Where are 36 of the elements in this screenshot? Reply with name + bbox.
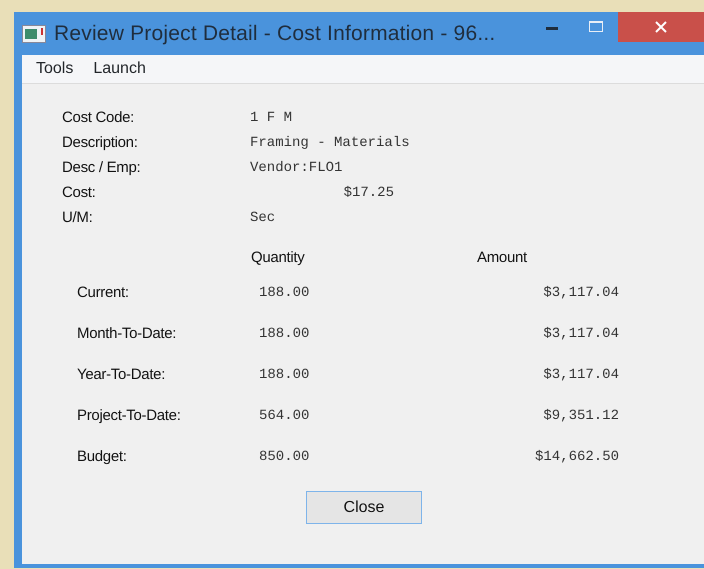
table-cell-text: 188.00 [259,325,310,344]
row-label: Current: [77,283,130,304]
window-title: Review Project Detail - Cost Information - 96... [54,20,496,47]
field-value: Vendor:FLO1 [250,159,342,178]
field-label: Description: [62,133,139,154]
menu-item[interactable]: Tools [36,57,74,81]
column-header: Amount [477,248,527,268]
close-icon [655,21,667,33]
table-cell-text: 850.00 [259,448,310,467]
table-cell-text: 188.00 [259,284,310,303]
close-button[interactable]: Close [306,491,422,524]
field-label: U/M: [62,208,94,228]
minimize-icon [546,27,558,31]
field-value: $17.25 [342,184,394,203]
table-cell-text: 188.00 [259,366,310,385]
maximize-icon [589,20,603,32]
table-cell-text: $3,117.04 [542,366,619,385]
field-value: 1 F M [250,109,292,128]
row-label: Year-To-Date: [77,365,166,386]
field-label: Desc / Emp: [62,158,142,178]
table-cell-text: $3,117.04 [542,284,619,303]
row-label: Project-To-Date: [77,406,182,426]
table-cell-text: 564.00 [259,407,310,426]
table-cell-text: $14,662.50 [534,448,619,467]
row-label: Budget: [77,447,128,468]
table-cell-text: $3,117.04 [542,325,619,344]
app-icon [22,24,46,42]
table-cell-text: $9,351.12 [542,407,619,426]
row-label: Month-To-Date: [77,324,178,344]
menu-item[interactable]: Launch [93,57,146,81]
column-header: Quantity [251,248,306,268]
field-label: Cost Code: [62,108,136,128]
field-value: Framing - Materials [250,134,410,153]
field-value: Sec [250,209,276,228]
field-label: Cost: [62,183,97,204]
close-button[interactable] [618,12,704,42]
